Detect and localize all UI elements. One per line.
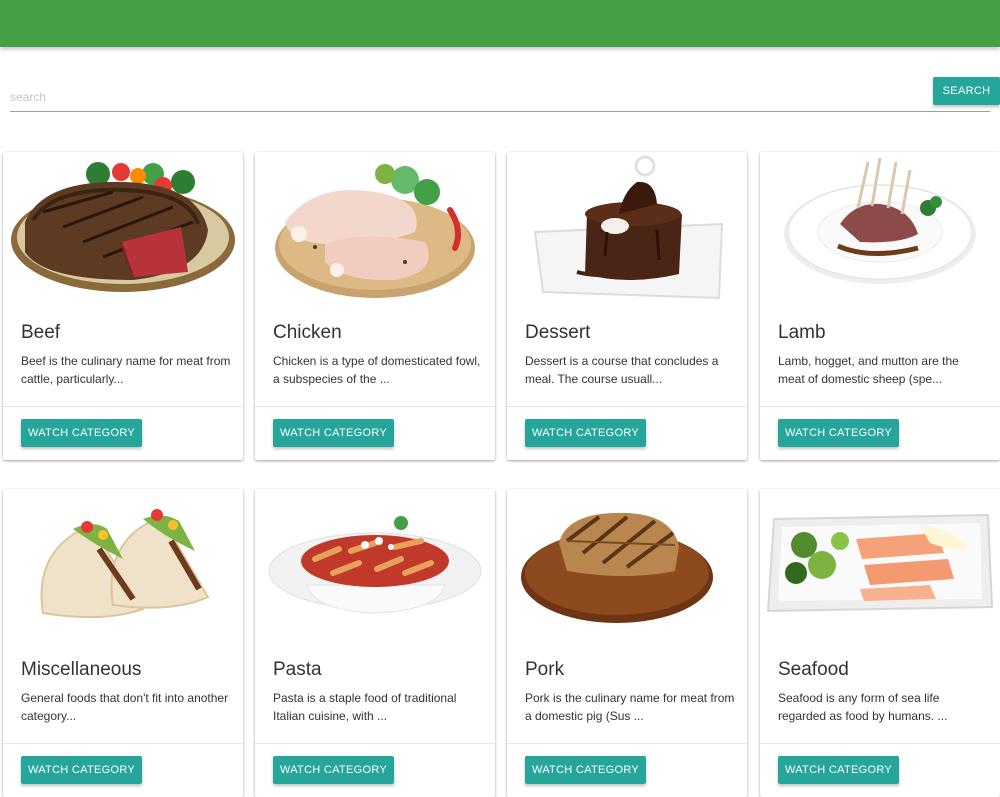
- watch-category-button-beef[interactable]: WATCH CATEGORY: [21, 419, 142, 447]
- card-description: Pasta is a staple food of traditional It…: [273, 691, 457, 723]
- category-card-miscellaneous: Miscellaneous General foods that don't f…: [3, 489, 243, 797]
- card-title: Pasta: [273, 659, 322, 680]
- beef-steak-image: [3, 152, 243, 312]
- card-description: Dessert is a course that concludes a mea…: [525, 354, 719, 386]
- category-card-lamb: Lamb Lamb, hogget, and mutton are the me…: [760, 152, 1000, 460]
- search-button[interactable]: SEARCH: [933, 77, 1000, 105]
- watch-category-button-lamb[interactable]: WATCH CATEGORY: [778, 419, 899, 447]
- card-description: Chicken is a type of domesticated fowl, …: [273, 354, 481, 386]
- tacos-image: [3, 489, 243, 649]
- penne-pasta-image: [255, 489, 495, 649]
- watch-category-button-seafood[interactable]: WATCH CATEGORY: [778, 756, 899, 784]
- card-actions: WATCH CATEGORY: [760, 743, 1000, 797]
- card-actions: WATCH CATEGORY: [507, 406, 747, 460]
- card-description: Pork is the culinary name for meat from …: [525, 691, 735, 723]
- card-title: Beef: [21, 322, 61, 343]
- lamb-rack-image: [760, 152, 1000, 312]
- card-title: Seafood: [778, 659, 849, 680]
- card-title: Dessert: [525, 322, 591, 343]
- watch-category-button-chicken[interactable]: WATCH CATEGORY: [273, 419, 394, 447]
- watch-category-button-pasta[interactable]: WATCH CATEGORY: [273, 756, 394, 784]
- category-card-beef: Beef Beef is the culinary name for meat …: [3, 152, 243, 460]
- card-description: General foods that don't fit into anothe…: [21, 691, 229, 723]
- category-card-pork: Pork Pork is the culinary name for meat …: [507, 489, 747, 797]
- card-actions: WATCH CATEGORY: [255, 743, 495, 797]
- watch-category-button-dessert[interactable]: WATCH CATEGORY: [525, 419, 646, 447]
- search-input[interactable]: [10, 82, 990, 112]
- pork-chop-image: [507, 489, 747, 649]
- raw-chicken-image: [255, 152, 495, 312]
- card-actions: WATCH CATEGORY: [3, 406, 243, 460]
- card-actions: WATCH CATEGORY: [3, 743, 243, 797]
- category-card-dessert: Dessert Dessert is a course that conclud…: [507, 152, 747, 460]
- search-bar: SEARCH: [0, 70, 1000, 120]
- card-actions: WATCH CATEGORY: [507, 743, 747, 797]
- card-title: Miscellaneous: [21, 659, 142, 680]
- card-actions: WATCH CATEGORY: [255, 406, 495, 460]
- category-card-chicken: Chicken Chicken is a type of domesticate…: [255, 152, 495, 460]
- card-description: Beef is the culinary name for meat from …: [21, 354, 231, 386]
- category-card-seafood: Seafood Seafood is any form of sea life …: [760, 489, 1000, 797]
- salmon-platter-image: [760, 489, 1000, 649]
- card-title: Pork: [525, 659, 565, 680]
- card-description: Seafood is any form of sea life regarded…: [778, 691, 948, 723]
- watch-category-button-miscellaneous[interactable]: WATCH CATEGORY: [21, 756, 142, 784]
- app-bar: [0, 0, 1000, 47]
- card-actions: WATCH CATEGORY: [760, 406, 1000, 460]
- category-card-pasta: Pasta Pasta is a staple food of traditio…: [255, 489, 495, 797]
- chocolate-cake-image: [507, 152, 747, 312]
- card-description: Lamb, hogget, and mutton are the meat of…: [778, 354, 959, 386]
- watch-category-button-pork[interactable]: WATCH CATEGORY: [525, 756, 646, 784]
- card-title: Chicken: [273, 322, 342, 343]
- card-title: Lamb: [778, 322, 826, 343]
